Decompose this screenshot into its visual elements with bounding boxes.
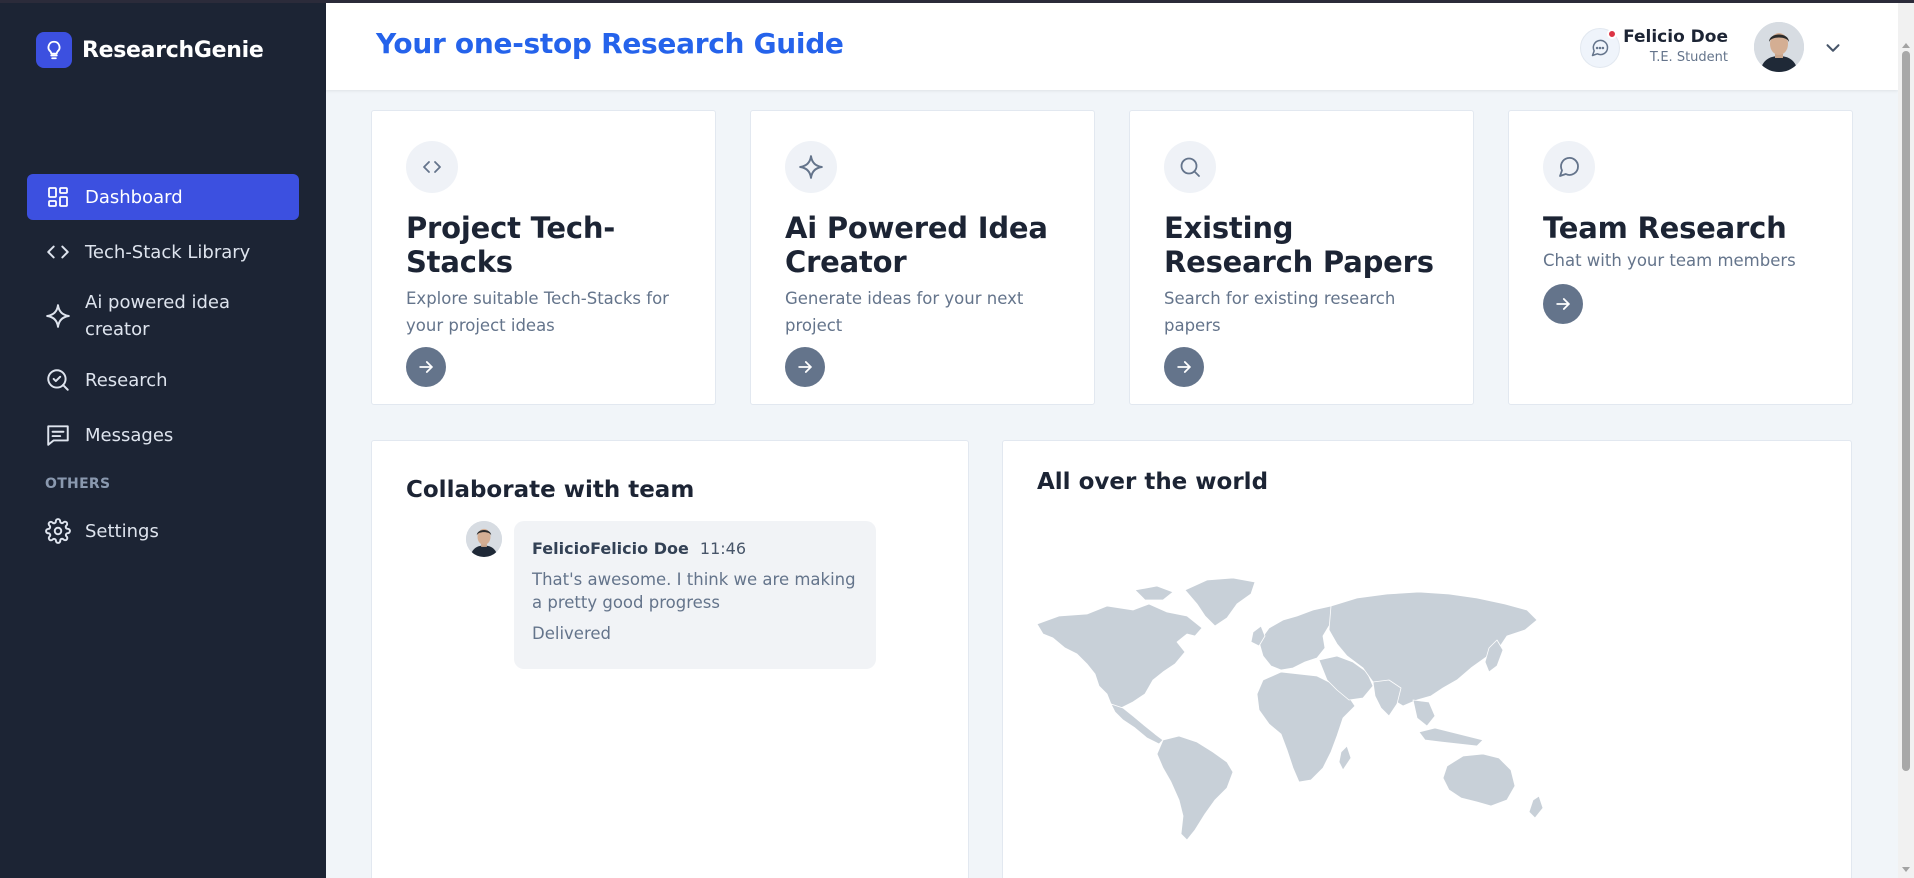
scroll-down-arrow[interactable] (1902, 867, 1910, 872)
gear-icon (45, 518, 71, 544)
sidebar-item-tech-stack-library[interactable]: Tech-Stack Library (27, 229, 299, 275)
card-project-tech-stacks: Project Tech-Stacks Explore suitable Tec… (371, 110, 716, 405)
sidebar-item-ai-idea-creator[interactable]: Ai powered idea creator (27, 284, 299, 348)
message-square-icon (45, 422, 71, 448)
code-icon (406, 141, 458, 193)
message-sender: FelicioFelicio Doe (532, 539, 689, 558)
map-australia (1442, 753, 1516, 807)
message-text: That's awesome. I think we are making a … (532, 570, 856, 612)
card-description: Explore suitable Tech-Stacks for your pr… (406, 289, 669, 335)
card-team-research: Team Research Chat with your team member… (1508, 110, 1853, 405)
notification-dot (1607, 29, 1617, 39)
sparkle-icon (785, 141, 837, 193)
dashboard-grid-icon (45, 184, 71, 210)
card-title: Project Tech-Stacks (406, 211, 616, 279)
message-header: FelicioFelicio Doe 11:46 (532, 539, 858, 558)
map-central-america (1110, 703, 1164, 745)
window-top-border (0, 0, 1914, 3)
panel-title: Collaborate with team (406, 477, 695, 503)
sidebar-item-label: Ai powered idea creator (85, 292, 231, 340)
message-time: 11:46 (699, 539, 747, 558)
chevron-down-icon[interactable] (1822, 37, 1844, 59)
sidebar-nav: Dashboard Tech-Stack Library Ai powered … (27, 174, 299, 563)
card-existing-research-papers: Existing Research Papers Search for exis… (1129, 110, 1474, 405)
world-map-panel: All over the world (1002, 440, 1852, 878)
map-north-america (1037, 603, 1203, 709)
card-open-button[interactable] (785, 347, 825, 387)
avatar[interactable] (1754, 22, 1804, 72)
collaborate-panel: Collaborate with team FelicioFelicio Doe… (371, 440, 969, 878)
scroll-up-arrow[interactable] (1902, 43, 1910, 48)
card-open-button[interactable] (1543, 284, 1583, 324)
brand[interactable]: ResearchGenie (36, 32, 264, 68)
app-name: ResearchGenie (82, 37, 264, 63)
card-open-button[interactable] (1164, 347, 1204, 387)
page-title: Your one-stop Research Guide (376, 27, 844, 60)
messages-button[interactable] (1580, 28, 1620, 68)
card-open-button[interactable] (406, 347, 446, 387)
arrow-right-icon (419, 361, 433, 373)
chat-bubble-icon (1543, 141, 1595, 193)
map-india (1372, 679, 1402, 717)
scroll-thumb[interactable] (1902, 51, 1910, 771)
sidebar-item-label: Dashboard (85, 186, 183, 208)
sidebar-item-label: Messages (85, 424, 174, 446)
sidebar-item-label: Settings (85, 520, 159, 542)
search-check-icon (45, 367, 71, 393)
map-greenland (1184, 577, 1256, 627)
message-status: Delivered (532, 624, 611, 643)
sidebar-item-research[interactable]: Research (27, 357, 299, 403)
arrow-right-icon (1556, 298, 1570, 310)
map-southeast-asia (1412, 699, 1436, 727)
sidebar-item-label: Research (85, 369, 168, 391)
sidebar-item-settings[interactable]: Settings (27, 508, 299, 554)
card-ai-idea-creator: Ai Powered Idea Creator Generate ideas f… (750, 110, 1095, 405)
page-scrollbar[interactable] (1898, 3, 1914, 878)
map-madagascar (1338, 745, 1352, 771)
card-title: Team Research (1543, 211, 1787, 245)
sparkle-icon (45, 303, 71, 329)
card-title: Existing Research Papers (1164, 211, 1434, 279)
map-south-america (1156, 735, 1234, 841)
lightbulb-icon (36, 32, 72, 68)
sidebar-section-others: OTHERS (45, 476, 111, 492)
card-title: Ai Powered Idea Creator (785, 211, 1048, 279)
top-header: Your one-stop Research Guide Felicio Doe… (326, 3, 1898, 90)
chat-bubble-icon (1591, 39, 1609, 57)
map-indonesia (1418, 727, 1484, 747)
sidebar-item-messages[interactable]: Messages (27, 412, 299, 458)
avatar (466, 521, 502, 557)
panel-title: All over the world (1037, 469, 1269, 495)
world-map (1037, 577, 1544, 841)
search-icon (1164, 141, 1216, 193)
code-icon (45, 239, 71, 265)
arrow-right-icon (1177, 361, 1191, 373)
chat-message: FelicioFelicio Doe 11:46 That's awesome.… (514, 521, 876, 669)
card-description: Generate ideas for your next project (785, 289, 1024, 335)
sidebar-item-dashboard[interactable]: Dashboard (27, 174, 299, 220)
map-arctic-islands (1134, 585, 1174, 601)
sidebar-item-label: Tech-Stack Library (85, 241, 251, 263)
card-description: Chat with your team members (1543, 251, 1796, 270)
feature-cards: Project Tech-Stacks Explore suitable Tec… (371, 110, 1853, 405)
user-role: T.E. Student (1649, 50, 1728, 65)
user-name[interactable]: Felicio Doe (1623, 27, 1728, 47)
arrow-right-icon (798, 361, 812, 373)
card-description: Search for existing research papers (1164, 289, 1396, 335)
sidebar: ResearchGenie Dashboard Tech-Stack Libra… (0, 0, 326, 878)
map-new-zealand (1528, 795, 1544, 819)
